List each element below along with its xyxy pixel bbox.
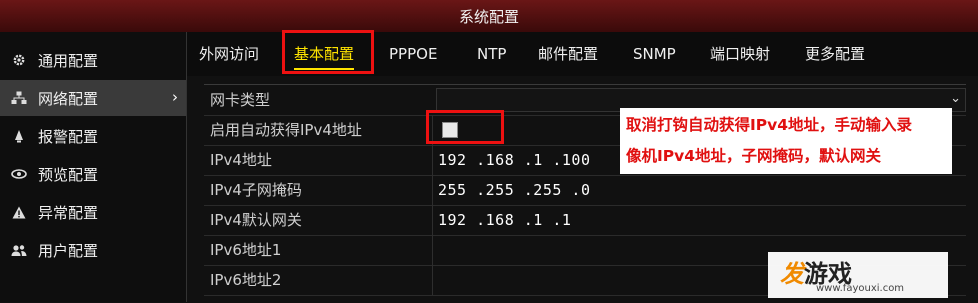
warning-icon [10,203,28,221]
tab-more-config[interactable]: 更多配置 [805,32,865,76]
ipv4-mask-field[interactable]: 255 .255 .255 .0 [438,175,591,205]
tab-pppoe[interactable]: PPPOE [389,32,437,76]
users-icon [10,241,28,259]
sidebar-item-label: 用户配置 [38,241,99,260]
column-divider [432,265,433,295]
form-row-ipv4-gateway: IPv4默认网关 192 .168 .1 .1 [204,205,966,236]
tab-highlight-box [282,30,374,74]
ipv6-address-1-label: IPv6地址1 [210,241,282,259]
sidebar-item-label: 报警配置 [38,127,99,146]
sidebar-item-network[interactable]: 网络配置 › [0,80,186,116]
sidebar-item-label: 预览配置 [38,165,99,184]
annotation-line-2: 像机IPv4地址，子网掩码，默认网关 [626,147,882,165]
sidebar-item-alarm[interactable]: 报警配置 [0,118,186,154]
ipv6-address-2-label: IPv6地址2 [210,271,282,289]
column-divider [432,235,433,265]
tab-external-access[interactable]: 外网访问 [199,32,259,76]
ipv4-mask-label: IPv4子网掩码 [210,181,302,199]
tab-ntp[interactable]: NTP [477,32,506,76]
ipv4-address-field[interactable]: 192 .168 .1 .100 [438,145,591,175]
chevron-right-icon: › [172,88,178,106]
sidebar-item-exception[interactable]: 异常配置 [0,194,186,230]
annotation-line-1: 取消打钩自动获得IPv4地址，手动输入录 [626,116,913,134]
watermark-url: www.fayouxi.com [816,283,905,294]
sidebar-item-label: 异常配置 [38,203,99,222]
sidebar-item-users[interactable]: 用户配置 [0,232,186,268]
sidebar-item-preview[interactable]: 预览配置 [0,156,186,192]
tab-snmp[interactable]: SNMP [633,32,676,76]
ipv4-gateway-field[interactable]: 192 .168 .1 .1 [438,205,571,235]
sidebar: 通用配置 网络配置 › 报警配置 预览配置 异常配置 用户配置 [0,32,187,302]
network-icon [10,89,28,107]
tab-email-config[interactable]: 邮件配置 [538,32,598,76]
tab-port-mapping[interactable]: 端口映射 [710,32,770,76]
column-divider [432,145,433,175]
site-watermark: 发游戏 www.fayouxi.com [768,252,948,298]
sidebar-item-general[interactable]: 通用配置 [0,42,186,78]
sidebar-item-label: 通用配置 [38,51,99,70]
ipv4-gateway-label: IPv4默认网关 [210,211,302,229]
form-row-ipv4-mask: IPv4子网掩码 255 .255 .255 .0 [204,175,966,206]
alarm-icon [10,127,28,145]
ipv4-address-label: IPv4地址 [210,151,272,169]
column-divider [432,175,433,205]
nic-type-label: 网卡类型 [210,91,271,109]
checkbox-highlight-box [426,110,504,144]
sidebar-item-label: 网络配置 [38,89,99,108]
gear-icon [10,51,28,69]
window-title: 系统配置 [458,7,519,26]
window-title-bar: 系统配置 [0,0,978,33]
auto-ipv4-label: 启用自动获得IPv4地址 [210,121,362,139]
eye-icon [10,165,28,183]
column-divider [432,205,433,235]
chevron-down-icon: ⌄ [950,91,961,106]
annotation-callout: 取消打钩自动获得IPv4地址，手动输入录 像机IPv4地址，子网掩码，默认网关 [620,108,952,174]
